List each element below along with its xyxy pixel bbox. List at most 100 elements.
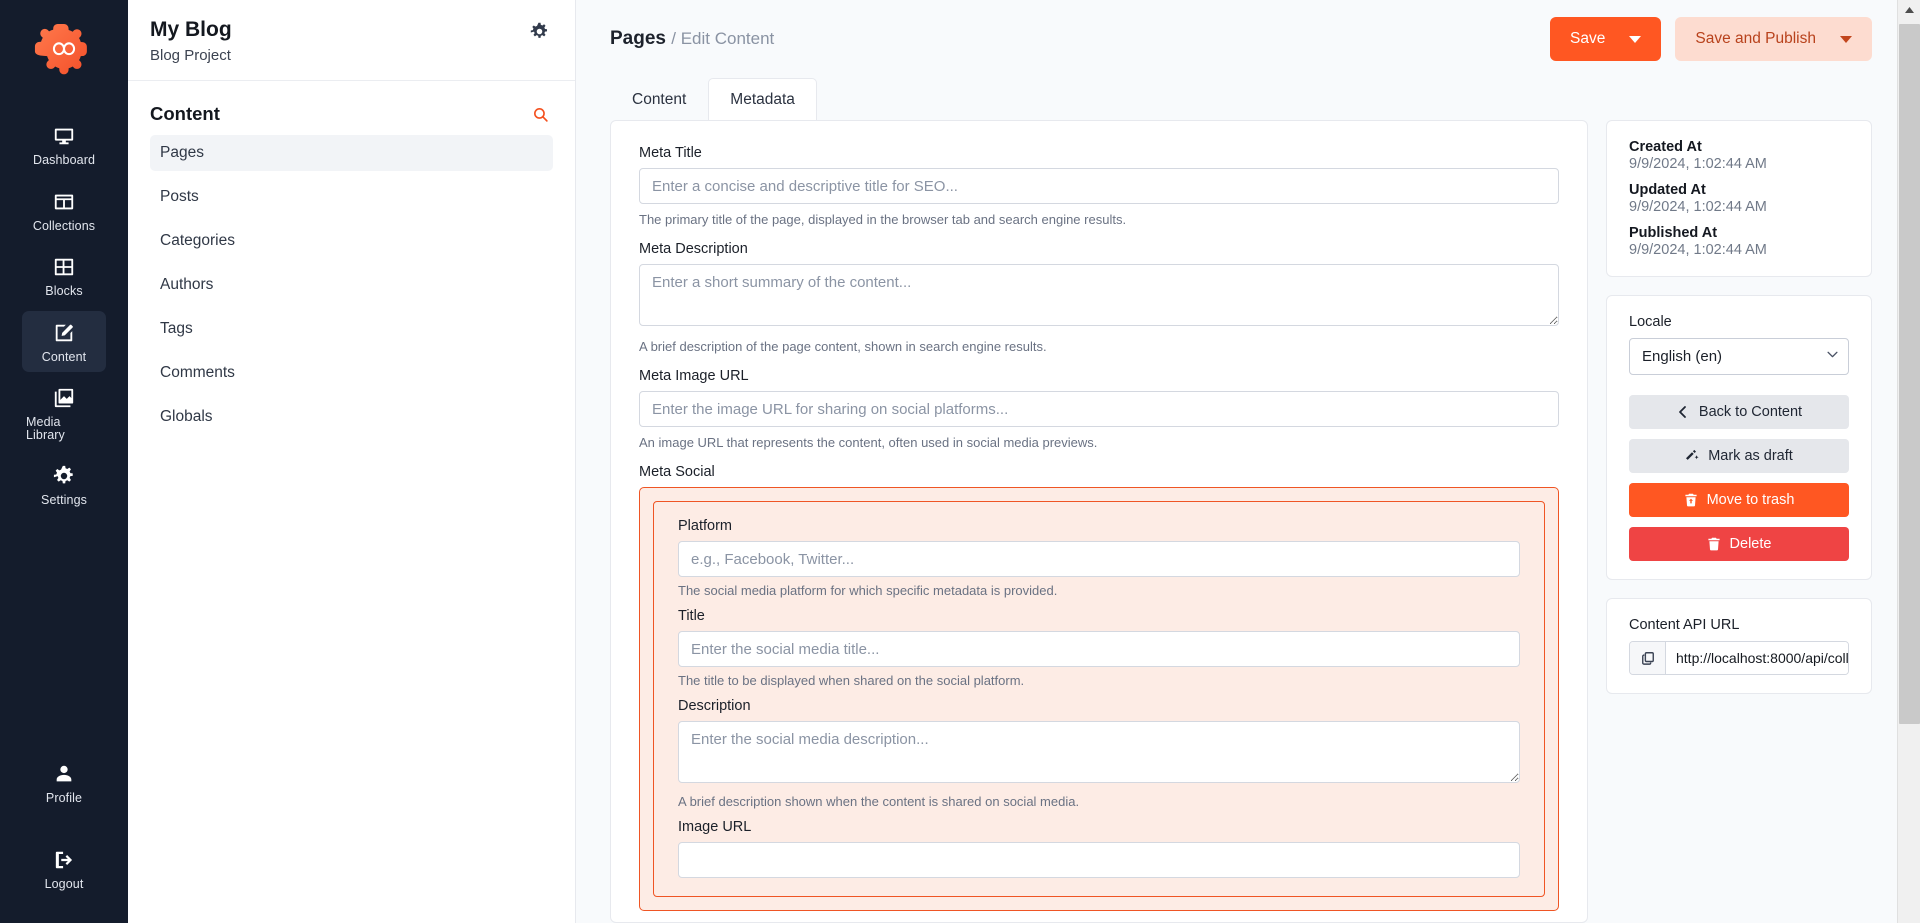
breadcrumb-root[interactable]: Pages [610,28,666,49]
sidebar-item-profile[interactable]: Profile [22,752,106,814]
scrollbar-thumb[interactable] [1899,24,1920,724]
mark-as-draft-label: Mark as draft [1708,448,1793,464]
list-item-authors[interactable]: Authors [150,267,553,303]
updated-at-label: Updated At [1629,182,1706,198]
back-to-content-button[interactable]: Back to Content [1629,395,1849,429]
tab-bar: Content Metadata [576,78,1920,120]
edit-icon [53,322,75,344]
list-item-categories[interactable]: Categories [150,223,553,259]
locale-select[interactable]: English (en) [1629,338,1849,375]
social-description-hint: A brief description shown when the conte… [678,794,1080,809]
meta-title-label: Meta Title [639,145,702,161]
project-settings-gear-icon[interactable] [530,22,549,41]
social-description-textarea[interactable] [678,721,1520,783]
content-api-url-card: Content API URL [1606,598,1872,694]
metadata-form-card: Meta Title The primary title of the page… [610,120,1588,923]
social-title-input[interactable] [678,631,1520,667]
locale-select-wrap: English (en) [1629,338,1849,375]
meta-social-item: Platform The social media platform for w… [653,501,1545,897]
mark-as-draft-button[interactable]: Mark as draft [1629,439,1849,473]
list-item-globals[interactable]: Globals [150,399,553,435]
back-to-content-label: Back to Content [1698,404,1803,420]
save-and-publish-button[interactable]: Save and Publish [1675,17,1872,61]
logout-icon [53,849,75,871]
social-image-url-label: Image URL [678,819,752,835]
content-api-url-input[interactable] [1666,642,1848,674]
vertical-scrollbar[interactable] [1897,0,1920,923]
project-header-text: My Blog Blog Project [150,16,232,64]
content-panel: My Blog Blog Project Content Pages Posts… [128,0,576,923]
trash-icon [1707,537,1721,551]
sidebar-item-label: Collections [32,218,96,233]
list-item-pages[interactable]: Pages [150,135,553,172]
list-item-comments[interactable]: Comments [150,355,553,391]
meta-social-group: Platform The social media platform for w… [639,487,1559,911]
published-at-label: Published At [1629,225,1718,241]
sidebar-item-label: Logout [44,876,84,891]
sidebar-item-blocks[interactable]: Blocks [22,245,106,307]
meta-title-hint: The primary title of the page, displayed… [639,212,1127,227]
list-item-tags[interactable]: Tags [150,311,553,347]
rail-bottom-items: Profile Logout [0,752,128,899]
social-platform-input[interactable] [678,541,1520,577]
move-to-trash-label: Move to trash [1706,492,1795,508]
sidebar-item-label: Media Library [26,415,65,442]
meta-title-input[interactable] [639,168,1559,204]
delete-button[interactable]: Delete [1629,527,1849,561]
created-at-value: 9/9/2024, 1:02:44 AM [1629,156,1767,172]
sidebar-item-collections[interactable]: Collections [22,180,106,242]
meta-description-label: Meta Description [639,241,748,257]
content-type-list: Pages Posts Categories Authors Tags Comm… [128,135,575,443]
sidebar-item-content[interactable]: Content [22,310,106,372]
meta-image-url-label: Meta Image URL [639,368,749,384]
save-and-publish-label: Save and Publish [1695,30,1816,47]
delete-label: Delete [1729,536,1772,552]
meta-social-label: Meta Social [639,464,715,480]
rail-item-list: Dashboard Collections Blocks Content Med… [0,114,128,520]
field-meta-description: Meta Description [639,241,1559,331]
field-meta-title: Meta Title [639,145,1559,204]
sidebar-item-label: Blocks [45,284,83,298]
gear-icon [53,465,75,487]
list-item-posts[interactable]: Posts [150,179,553,215]
chevron-down-icon[interactable] [1629,35,1642,43]
social-image-url-input[interactable] [678,842,1520,878]
sidebar-item-media-library[interactable]: Media Library [22,376,106,450]
monitor-icon [53,125,75,147]
tab-metadata[interactable]: Metadata [708,78,817,120]
chevron-down-icon[interactable] [1840,35,1852,43]
search-icon[interactable] [532,106,549,123]
chevron-left-icon [1676,405,1690,419]
published-at-value: 9/9/2024, 1:02:44 AM [1629,242,1767,258]
meta-image-url-input[interactable] [639,391,1559,427]
sidebar-item-label: Content [41,349,87,364]
collections-icon [53,191,75,213]
primary-nav-rail: Dashboard Collections Blocks Content Med… [0,0,128,923]
social-platform-hint: The social media platform for which spec… [678,583,1058,598]
sidebar-item-logout[interactable]: Logout [22,838,106,900]
wand-icon [1685,449,1699,463]
meta-description-textarea[interactable] [639,264,1559,326]
sidebar-item-settings[interactable]: Settings [22,454,106,516]
user-icon [53,763,75,785]
breadcrumb: Pages / Edit Content [610,28,774,50]
meta-image-url-hint: An image URL that represents the content… [639,435,1098,450]
move-to-trash-button[interactable]: Move to trash [1629,483,1849,517]
header-actions: Save Save and Publish [1550,17,1872,61]
meta-description-hint: A brief description of the page content,… [639,339,1047,354]
sidebar-item-label: Settings [41,493,87,507]
top-bar: Pages / Edit Content Save Save and Publi… [576,0,1920,78]
social-title-label: Title [678,608,705,624]
content-api-url-row [1629,641,1849,675]
right-sidebar: Created At 9/9/2024, 1:02:44 AM Updated … [1606,120,1872,923]
copy-icon[interactable] [1630,642,1666,674]
app-logo [33,22,95,84]
trash-arrow-icon [1684,493,1698,507]
content-api-url-label: Content API URL [1629,617,1740,633]
tab-content[interactable]: Content [610,78,708,120]
locale-label: Locale [1629,314,1672,330]
main-area: Pages / Edit Content Save Save and Publi… [576,0,1920,923]
sidebar-item-dashboard[interactable]: Dashboard [22,114,106,176]
scroll-up-arrow-icon[interactable] [1898,0,1920,20]
save-button[interactable]: Save [1550,17,1662,61]
